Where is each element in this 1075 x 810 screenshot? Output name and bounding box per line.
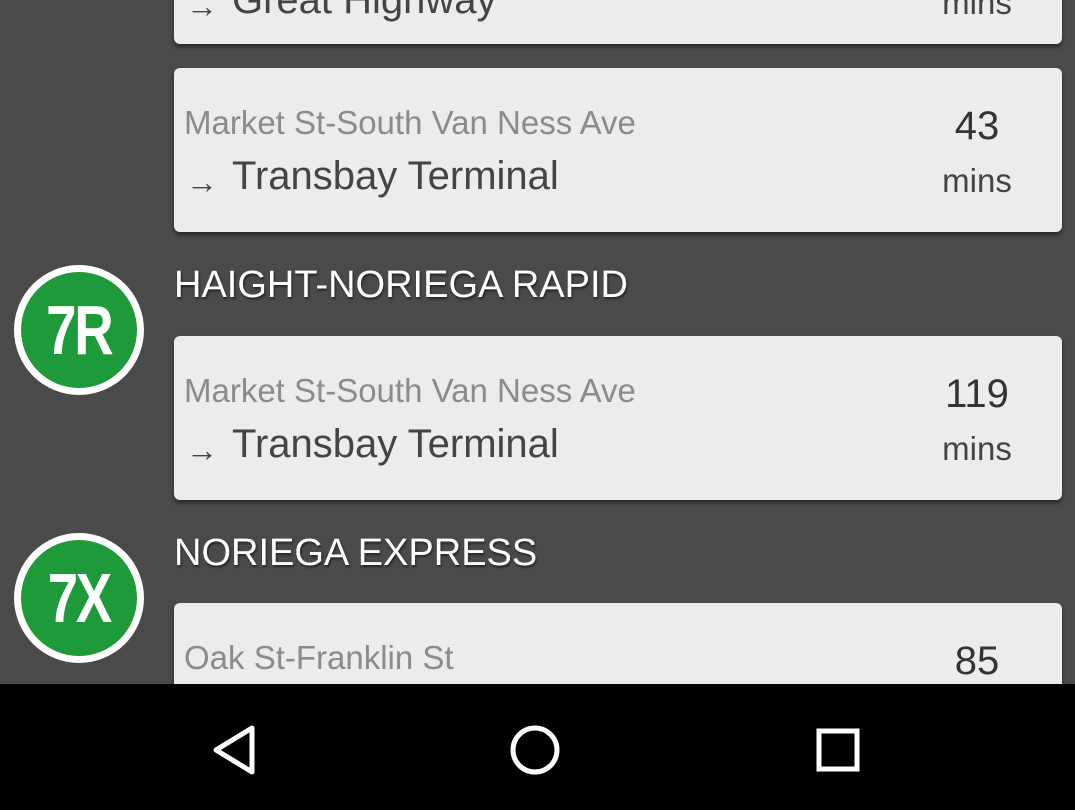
- prediction-card[interactable]: Oak St-Franklin St 85: [174, 603, 1062, 684]
- predictions-list[interactable]: → Great Highway mins Market St-South Van …: [0, 0, 1075, 684]
- arrow-icon: →: [186, 164, 218, 200]
- stop-name: Market St-South Van Ness Ave: [184, 372, 636, 409]
- route-badge-label: 7X: [47, 559, 112, 637]
- minutes-value: 43: [954, 104, 1000, 148]
- home-circle-icon[interactable]: [505, 720, 565, 780]
- route-title: HAIGHT-NORIEGA RAPID: [174, 264, 628, 306]
- destination: → Great Highway: [186, 0, 497, 24]
- minutes-value: 119: [945, 372, 1009, 416]
- prediction-card[interactable]: Market St-South Van Ness Ave → Transbay T…: [174, 68, 1062, 232]
- destination: → Transbay Terminal: [186, 422, 559, 468]
- stop-name: Market St-South Van Ness Ave: [184, 104, 636, 141]
- minutes-unit: mins: [942, 162, 1012, 199]
- minutes-unit: mins: [942, 0, 1012, 21]
- route-badge-circle: 7R: [21, 272, 137, 388]
- back-triangle-icon[interactable]: [204, 720, 264, 780]
- route-badge-7r: 7R: [14, 265, 144, 395]
- destination-label: Transbay Terminal: [232, 422, 559, 466]
- route-badge-7x: 7X: [14, 533, 144, 663]
- arrow-icon: →: [186, 432, 218, 468]
- navigation-bar: [0, 684, 1075, 810]
- minutes-value: 85: [954, 639, 1000, 683]
- route-title: NORIEGA EXPRESS: [174, 532, 538, 574]
- prediction-card[interactable]: → Great Highway mins: [174, 0, 1062, 44]
- prediction-card[interactable]: Market St-South Van Ness Ave → Transbay T…: [174, 336, 1062, 500]
- route-badge-label: 7R: [46, 291, 113, 369]
- minutes-unit: mins: [942, 430, 1012, 467]
- stop-name: Oak St-Franklin St: [184, 639, 454, 676]
- destination: → Transbay Terminal: [186, 154, 559, 200]
- arrow-icon: →: [186, 0, 218, 24]
- destination-label: Great Highway: [232, 0, 497, 22]
- recents-square-icon[interactable]: [808, 720, 868, 780]
- route-badge-circle: 7X: [21, 540, 137, 656]
- destination-label: Transbay Terminal: [232, 154, 559, 198]
